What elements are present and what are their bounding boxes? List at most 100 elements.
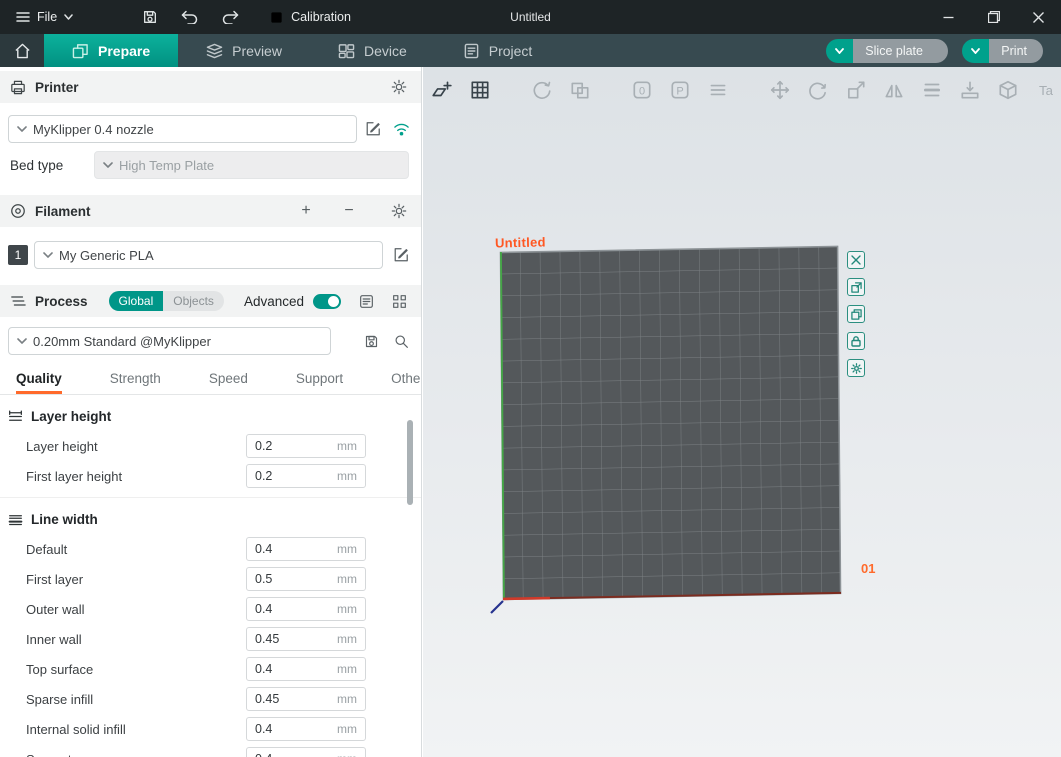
- edit-printer-button[interactable]: [361, 117, 385, 141]
- hamburger-icon: [16, 11, 30, 23]
- file-menu[interactable]: File: [10, 6, 79, 28]
- support-line-width-input[interactable]: 0.4 mm: [246, 747, 366, 757]
- first-layer-height-input[interactable]: 0.2 mm: [246, 464, 366, 488]
- object-tree-button[interactable]: [387, 289, 411, 313]
- param-label: Internal solid infill: [26, 722, 246, 737]
- object-tree-icon: [392, 294, 407, 309]
- chevron-down-icon: [64, 14, 73, 20]
- filament-preset-value: My Generic PLA: [59, 248, 154, 263]
- param-unit: mm: [337, 692, 357, 706]
- param-label: First layer: [26, 572, 246, 587]
- undo-button[interactable]: [173, 4, 207, 30]
- param-row: First layer height 0.2 mm: [0, 461, 421, 491]
- tab-device[interactable]: Device: [310, 34, 435, 67]
- filament-slot-badge[interactable]: 1: [8, 245, 28, 265]
- sidebar: Printer MyKlipper 0.4 nozzle Bed type Hi…: [0, 67, 422, 757]
- quality-params: Layer height Layer height 0.2 mm First l…: [0, 401, 421, 757]
- plate-number-label: 01: [861, 561, 875, 576]
- viewport-3d[interactable]: 0 P: [423, 67, 1061, 757]
- scope-global-button[interactable]: Global: [109, 291, 164, 311]
- shuffle-plate-button[interactable]: [847, 278, 865, 296]
- param-tab-speed[interactable]: Speed: [209, 371, 248, 394]
- save-preset-button[interactable]: [359, 329, 383, 353]
- edit-filament-button[interactable]: [389, 243, 413, 267]
- param-value: 0.2: [255, 439, 337, 453]
- plate-settings-button[interactable]: [847, 359, 865, 377]
- param-tab-support[interactable]: Support: [296, 371, 343, 394]
- param-tab-others[interactable]: Others: [391, 371, 422, 394]
- filament-icon: [10, 203, 26, 219]
- filament-preset-row: 1 My Generic PLA: [0, 241, 421, 269]
- inner-wall-line-width-input[interactable]: 0.45 mm: [246, 627, 366, 651]
- process-section-header: Process Global Objects Advanced: [0, 285, 421, 317]
- param-unit: mm: [337, 662, 357, 676]
- process-scope-toggle: Global Objects: [109, 291, 224, 311]
- param-value: 0.5: [255, 572, 337, 586]
- param-tab-strength[interactable]: Strength: [110, 371, 161, 394]
- advanced-toggle[interactable]: [313, 294, 341, 309]
- scope-objects-button[interactable]: Objects: [163, 291, 224, 311]
- remove-filament-button[interactable]: −: [338, 200, 360, 222]
- filament-preset-select[interactable]: My Generic PLA: [34, 241, 383, 269]
- device-icon: [338, 43, 355, 59]
- first-layer-line-width-input[interactable]: 0.5 mm: [246, 567, 366, 591]
- param-unit: mm: [337, 439, 357, 453]
- print-button[interactable]: Print: [962, 39, 1043, 63]
- window-controls: [926, 0, 1061, 34]
- printer-settings-button[interactable]: [387, 75, 411, 99]
- default-line-width-input[interactable]: 0.4 mm: [246, 537, 366, 561]
- home-icon: [14, 43, 31, 59]
- chevron-down-icon: [971, 48, 980, 54]
- param-value: 0.4: [255, 752, 337, 757]
- tab-project[interactable]: Project: [435, 34, 561, 67]
- param-tab-quality[interactable]: Quality: [16, 371, 62, 394]
- lock-plate-button[interactable]: [847, 332, 865, 350]
- close-button[interactable]: [1016, 0, 1061, 34]
- printer-preset-select[interactable]: MyKlipper 0.4 nozzle: [8, 115, 357, 143]
- sidebar-scrollbar[interactable]: [407, 420, 413, 505]
- param-row: Outer wall 0.4 mm: [0, 594, 421, 624]
- compare-presets-button[interactable]: [354, 289, 378, 313]
- top-surface-line-width-input[interactable]: 0.4 mm: [246, 657, 366, 681]
- minimize-button[interactable]: [926, 0, 971, 34]
- param-value: 0.45: [255, 632, 337, 646]
- calibration-button[interactable]: Calibration: [261, 6, 359, 29]
- outer-wall-line-width-input[interactable]: 0.4 mm: [246, 597, 366, 621]
- project-icon: [463, 43, 480, 59]
- calibration-icon: [269, 10, 284, 25]
- wifi-icon: [393, 122, 410, 136]
- plate-name-label[interactable]: Untitled: [495, 234, 546, 250]
- tab-preview[interactable]: Preview: [178, 34, 310, 67]
- x-axis-origin-line: [503, 598, 550, 599]
- titlebar: File Calibration Untitled: [0, 0, 1061, 34]
- minimize-icon: [943, 12, 954, 23]
- process-preset-select[interactable]: 0.20mm Standard @MyKlipper: [8, 327, 331, 355]
- layer-height-input[interactable]: 0.2 mm: [246, 434, 366, 458]
- maximize-button[interactable]: [971, 0, 1016, 34]
- printer-preset-row: MyKlipper 0.4 nozzle: [0, 115, 421, 143]
- slice-dropdown[interactable]: [826, 39, 853, 63]
- calibration-label: Calibration: [291, 10, 351, 24]
- param-row: Layer height 0.2 mm: [0, 431, 421, 461]
- save-icon: [142, 9, 158, 25]
- add-filament-button[interactable]: +: [295, 200, 317, 222]
- delete-plate-button[interactable]: [847, 251, 865, 269]
- tab-preview-label: Preview: [232, 43, 282, 59]
- printer-connection-button[interactable]: [389, 117, 413, 141]
- print-dropdown[interactable]: [962, 39, 989, 63]
- build-plate[interactable]: [423, 67, 1061, 757]
- main-tabbar: Prepare Preview Device Project Slice pla…: [0, 34, 1061, 67]
- tab-prepare[interactable]: Prepare: [44, 34, 178, 67]
- bed-type-select[interactable]: High Temp Plate: [94, 151, 409, 179]
- sparse-infill-line-width-input[interactable]: 0.45 mm: [246, 687, 366, 711]
- internal-solid-infill-line-width-input[interactable]: 0.4 mm: [246, 717, 366, 741]
- clone-plate-button[interactable]: [847, 305, 865, 323]
- home-button[interactable]: [0, 34, 44, 67]
- param-label: Outer wall: [26, 602, 246, 617]
- param-label: Top surface: [26, 662, 246, 677]
- redo-button[interactable]: [213, 4, 247, 30]
- slice-plate-button[interactable]: Slice plate: [826, 39, 948, 63]
- filament-settings-button[interactable]: [387, 199, 411, 223]
- search-settings-button[interactable]: [389, 329, 413, 353]
- save-button[interactable]: [133, 4, 167, 30]
